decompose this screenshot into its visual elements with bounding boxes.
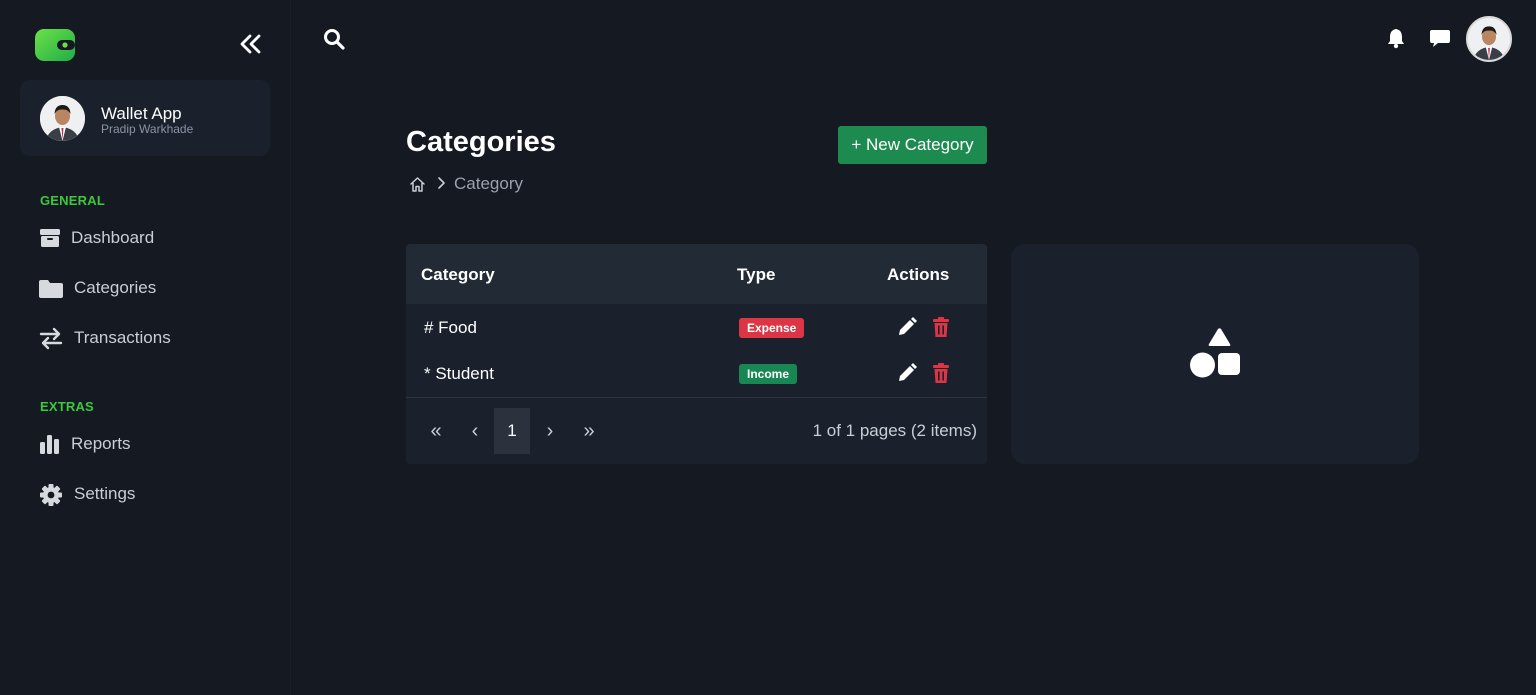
last-page-button[interactable]: » — [571, 408, 607, 454]
first-page-button[interactable]: « — [418, 408, 454, 454]
app: Wallet App Pradip Warkhade GENERAL Dashb… — [0, 0, 1536, 695]
page-button-1[interactable]: 1 — [494, 408, 530, 454]
next-page-button[interactable]: › — [532, 408, 568, 454]
category-name: # Food — [424, 318, 477, 337]
chat-icon[interactable] — [1429, 27, 1451, 49]
profile-card[interactable]: Wallet App Pradip Warkhade — [20, 80, 270, 156]
breadcrumb-current: Category — [454, 174, 523, 193]
sidebar-item-label: Categories — [74, 278, 157, 297]
home-icon[interactable] — [409, 176, 426, 193]
sidebar: Wallet App Pradip Warkhade GENERAL Dashb… — [0, 0, 291, 695]
chevron-right-icon — [438, 177, 445, 189]
sidebar-item-label: Reports — [71, 434, 131, 453]
gear-icon — [40, 484, 62, 506]
column-header-actions: Actions — [887, 265, 950, 284]
column-header-type[interactable]: Type — [737, 265, 775, 285]
bar-chart-icon — [40, 435, 59, 454]
sidebar-item-reports[interactable]: Reports — [38, 430, 258, 458]
sidebar-item-label: Dashboard — [71, 228, 155, 247]
sidebar-item-categories[interactable]: Categories — [38, 274, 258, 302]
new-category-button[interactable]: + New Category — [838, 126, 987, 164]
sidebar-item-settings[interactable]: Settings — [38, 480, 258, 508]
breadcrumb: Category — [409, 174, 609, 194]
user-avatar[interactable] — [1466, 16, 1512, 62]
pagination: « ‹ 1 › » 1 of 1 pages (2 items) — [406, 397, 987, 464]
edit-icon[interactable] — [896, 362, 918, 384]
transfer-icon — [39, 327, 63, 350]
avatar — [40, 96, 85, 141]
prev-page-button[interactable]: ‹ — [457, 408, 493, 454]
table-row: # Food Expense — [406, 304, 987, 350]
type-badge: Income — [739, 364, 798, 384]
search-icon[interactable] — [322, 27, 346, 51]
sidebar-item-dashboard[interactable]: Dashboard — [38, 224, 258, 252]
categories-table: Category Type Actions # Food Expense * S… — [406, 244, 987, 464]
bell-icon[interactable] — [1385, 27, 1407, 49]
folder-icon — [39, 280, 63, 298]
box-icon — [40, 229, 60, 247]
column-header-category[interactable]: Category — [421, 265, 495, 285]
sidebar-item-label: Transactions — [74, 328, 171, 347]
table-header: Category Type Actions — [406, 244, 987, 304]
section-title-general: GENERAL — [40, 193, 105, 208]
delete-icon[interactable] — [932, 316, 950, 338]
sidebar-item-label: Settings — [74, 484, 136, 503]
category-illustration-card — [1011, 244, 1419, 464]
sidebar-item-transactions[interactable]: Transactions — [38, 324, 258, 352]
profile-name: Wallet App — [101, 104, 182, 123]
wallet-logo-icon[interactable] — [35, 29, 75, 61]
edit-icon[interactable] — [896, 316, 918, 338]
table-row: * Student Income — [406, 350, 987, 396]
delete-icon[interactable] — [932, 362, 950, 384]
type-badge: Expense — [739, 318, 805, 338]
pagination-info: 1 of 1 pages (2 items) — [812, 421, 977, 440]
page-title: Categories — [406, 126, 556, 158]
collapse-sidebar-icon[interactable] — [238, 33, 262, 55]
section-title-extras: EXTRAS — [40, 399, 94, 414]
category-name: * Student — [424, 364, 494, 383]
shapes-icon — [1190, 328, 1240, 378]
profile-subtitle: Pradip Warkhade — [101, 122, 194, 136]
